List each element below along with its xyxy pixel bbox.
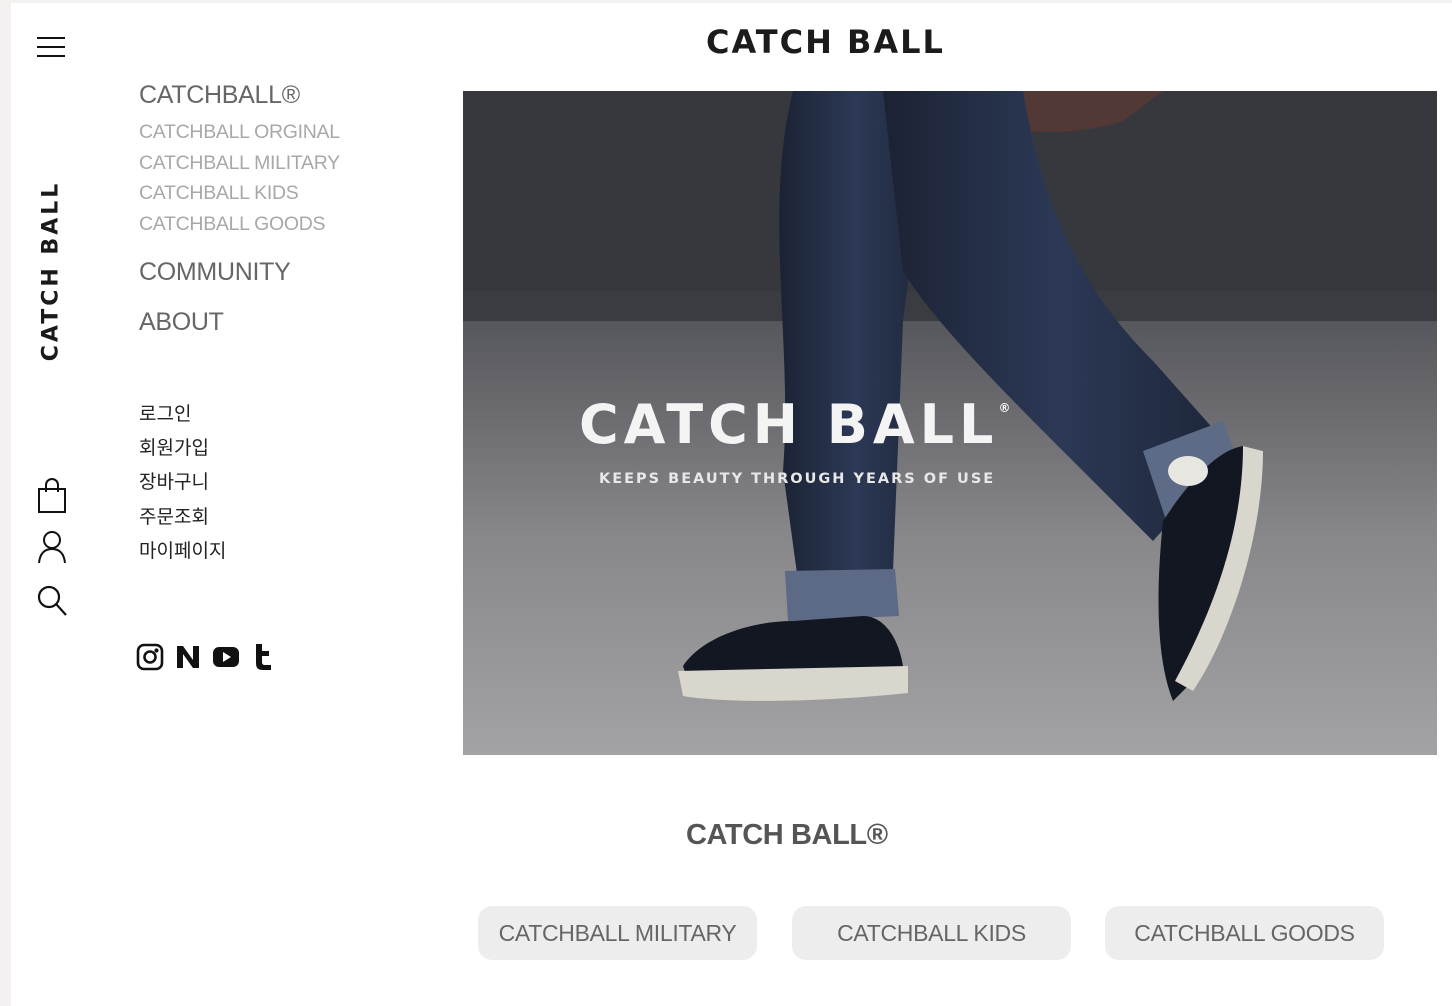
rail-logo[interactable]: CATCH BALL (39, 181, 64, 362)
menu-item-community[interactable]: COMMUNITY (139, 255, 439, 289)
search-icon[interactable] (36, 583, 68, 619)
menu-item-about[interactable]: ABOUT (139, 305, 439, 339)
menu-sub-list: CATCHBALL ORGINAL CATCHBALL MILITARY CAT… (139, 117, 439, 239)
shopping-bag-icon[interactable] (36, 478, 68, 514)
social-links (136, 641, 278, 673)
youtube-icon[interactable] (212, 641, 240, 673)
category-button-military[interactable]: CATCHBALL MILITARY (478, 906, 757, 960)
menu-item-original[interactable]: CATCHBALL ORGINAL (139, 117, 439, 148)
menu-item-military[interactable]: CATCHBALL MILITARY (139, 148, 439, 179)
category-button-kids[interactable]: CATCHBALL KIDS (792, 906, 1071, 960)
page: CATCH BALL CATCHBALL® CATCHBALL ORGINAL … (11, 3, 1452, 1006)
hero-logo: CATCH BALL® (579, 393, 1011, 456)
section-title: CATCH BALL® (686, 819, 888, 851)
header-brand-logo[interactable]: CATCH BALL (706, 23, 945, 61)
hero-tagline: KEEPS BEAUTY THROUGH YEARS OF USE (599, 471, 996, 487)
login-link[interactable]: 로그인 (139, 397, 439, 431)
menu-item-goods[interactable]: CATCHBALL GOODS (139, 209, 439, 240)
order-lookup-link[interactable]: 주문조회 (139, 500, 439, 534)
cart-link[interactable]: 장바구니 (139, 465, 439, 499)
menu-icon[interactable] (37, 35, 67, 61)
mypage-link[interactable]: 마이페이지 (139, 534, 439, 568)
hero-banner[interactable]: CATCH BALL® KEEPS BEAUTY THROUGH YEARS O… (463, 91, 1437, 755)
menu-item-kids[interactable]: CATCHBALL KIDS (139, 178, 439, 209)
instagram-icon[interactable] (136, 641, 164, 673)
tumblr-icon[interactable] (250, 641, 278, 673)
menu-category-catchball[interactable]: CATCHBALL® (139, 77, 439, 113)
account-menu: 로그인 회원가입 장바구니 주문조회 마이페이지 (139, 397, 439, 568)
side-menu: CATCHBALL® CATCHBALL ORGINAL CATCHBALL M… (139, 77, 439, 568)
category-button-goods[interactable]: CATCHBALL GOODS (1105, 906, 1384, 960)
user-icon[interactable] (36, 529, 68, 565)
signup-link[interactable]: 회원가입 (139, 431, 439, 465)
naver-blog-icon[interactable] (174, 641, 202, 673)
